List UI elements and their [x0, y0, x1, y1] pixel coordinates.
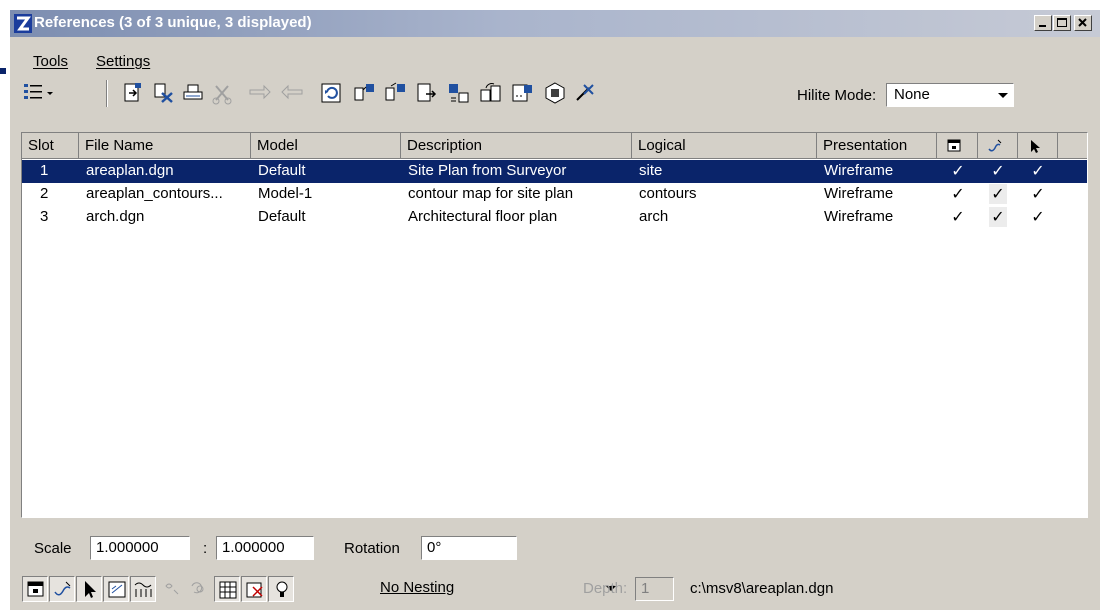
display-icon	[947, 139, 961, 152]
cell-logical: contours	[639, 185, 697, 202]
move-copy-icon[interactable]	[246, 80, 306, 106]
nesting-value: No Nesting	[380, 579, 455, 596]
menu-tools[interactable]: Tools	[33, 53, 68, 70]
cell-logical: site	[639, 162, 663, 179]
minimize-button[interactable]	[1034, 15, 1052, 31]
column-header-file-name[interactable]: File Name	[79, 133, 251, 159]
snap-icon	[988, 139, 1002, 152]
display-toggle-icon[interactable]	[22, 576, 48, 602]
settings-icon[interactable]	[542, 80, 568, 106]
column-header-presentation[interactable]: Presentation	[817, 133, 937, 159]
menu-settings[interactable]: Settings	[96, 53, 150, 70]
clip-icon[interactable]	[210, 80, 236, 106]
maximize-button[interactable]	[1053, 15, 1071, 31]
window-title: References (3 of 3 unique, 3 displayed)	[34, 14, 312, 31]
reference-settings-panel: Scale 1.000000 : 1.000000 Rotation 0° No…	[10, 522, 1100, 610]
title-bar[interactable]: References (3 of 3 unique, 3 displayed)	[10, 10, 1100, 37]
detach-reference-icon[interactable]	[150, 80, 176, 106]
snap-check[interactable]: ✓	[989, 207, 1007, 227]
column-header-logical[interactable]: Logical	[632, 133, 817, 159]
cell-description: Architectural floor plan	[408, 208, 558, 225]
locate-check[interactable]: ✓	[1029, 207, 1047, 227]
snap-check[interactable]: ✓	[989, 184, 1007, 204]
true-scale-icon[interactable]	[160, 576, 186, 602]
cell-slot: 3	[40, 208, 49, 225]
column-header-locate[interactable]	[1018, 133, 1058, 159]
file-path: c:\msv8\areaplan.dgn	[690, 580, 834, 597]
snap-toggle-icon[interactable]	[49, 576, 75, 602]
column-header-slot[interactable]: Slot	[22, 133, 79, 159]
clip-boundary-icon[interactable]	[478, 80, 504, 106]
scale-separator: :	[203, 540, 208, 557]
rotate-icon[interactable]	[383, 80, 409, 106]
lightbulb-icon[interactable]	[268, 576, 294, 602]
hilite-mode-label: Hilite Mode:	[797, 87, 877, 104]
column-header-snap[interactable]	[978, 133, 1018, 159]
clip-mask-icon[interactable]	[510, 80, 536, 106]
references-dialog: References (3 of 3 unique, 3 displayed) …	[10, 10, 1100, 610]
scale-label: Scale	[34, 540, 72, 557]
cell-description: contour map for site plan	[408, 185, 574, 202]
cell-file-name: areaplan_contours...	[86, 185, 223, 202]
table-row[interactable]: 3 arch.dgn Default Architectural floor p…	[22, 206, 1087, 229]
depth-field[interactable]: 1	[635, 577, 674, 601]
locate-toggle-icon[interactable]	[76, 576, 102, 602]
microstation-logo-icon	[14, 14, 32, 33]
toolbar: Hilite Mode: None	[10, 72, 1100, 112]
cell-model: Default	[258, 208, 306, 225]
locate-cursor-icon	[1031, 140, 1040, 153]
cell-slot: 2	[40, 185, 49, 202]
list-options-icon[interactable]	[22, 80, 58, 106]
snap-check[interactable]: ✓	[989, 161, 1007, 181]
ignore-attachment-icon[interactable]	[103, 576, 129, 602]
cell-model: Model-1	[258, 185, 313, 202]
level-override-icon[interactable]	[241, 576, 267, 602]
reload-icon[interactable]	[318, 80, 344, 106]
rotation-field[interactable]: 0°	[421, 536, 517, 560]
table-row[interactable]: 2 areaplan_contours... Model-1 contour m…	[22, 183, 1087, 206]
display-check[interactable]: ✓	[949, 184, 967, 204]
reference-list[interactable]: Slot File Name Model Description Logical…	[21, 132, 1088, 518]
close-reference-icon[interactable]	[572, 80, 598, 106]
scale-master-field[interactable]: 1.000000	[90, 536, 190, 560]
locate-check[interactable]: ✓	[1029, 161, 1047, 181]
hilite-mode-select[interactable]: None	[886, 83, 1014, 107]
menu-bar: Tools Settings	[10, 38, 1100, 70]
column-header-display[interactable]	[937, 133, 978, 159]
column-header-description[interactable]: Description	[401, 133, 632, 159]
cell-file-name: arch.dgn	[86, 208, 145, 225]
chevron-down-icon[interactable]	[994, 85, 1012, 105]
scale-reference-field[interactable]: 1.000000	[216, 536, 314, 560]
cell-description: Site Plan from Surveyor	[408, 162, 567, 179]
locate-check[interactable]: ✓	[1029, 184, 1047, 204]
mirror-icon[interactable]	[446, 80, 472, 106]
attach-reference-icon[interactable]	[120, 80, 146, 106]
treat-as-element-icon[interactable]	[186, 576, 212, 602]
cell-model: Default	[258, 162, 306, 179]
display-check[interactable]: ✓	[949, 161, 967, 181]
cell-presentation: Wireframe	[824, 162, 894, 179]
attach-copy-icon[interactable]	[352, 80, 378, 106]
line-style-icon[interactable]	[130, 576, 156, 602]
cell-presentation: Wireframe	[824, 185, 894, 202]
rotation-label: Rotation	[344, 540, 400, 557]
raster-grid-icon[interactable]	[214, 576, 240, 602]
table-row[interactable]: 1 areaplan.dgn Default Site Plan from Su…	[22, 160, 1087, 183]
display-check[interactable]: ✓	[949, 207, 967, 227]
toolbar-separator	[106, 80, 108, 107]
cell-slot: 1	[40, 162, 49, 179]
column-header-filler	[1058, 133, 1087, 159]
cell-file-name: areaplan.dgn	[86, 162, 174, 179]
depth-label: Depth:	[583, 580, 628, 597]
column-header-model[interactable]: Model	[251, 133, 401, 159]
hilite-mode-value: None	[894, 86, 930, 103]
cell-logical: arch	[639, 208, 669, 225]
cell-presentation: Wireframe	[824, 208, 894, 225]
close-button[interactable]	[1074, 15, 1092, 31]
scale-icon[interactable]	[414, 80, 440, 106]
print-icon[interactable]	[180, 80, 206, 106]
window-edge-fragment	[0, 60, 10, 80]
